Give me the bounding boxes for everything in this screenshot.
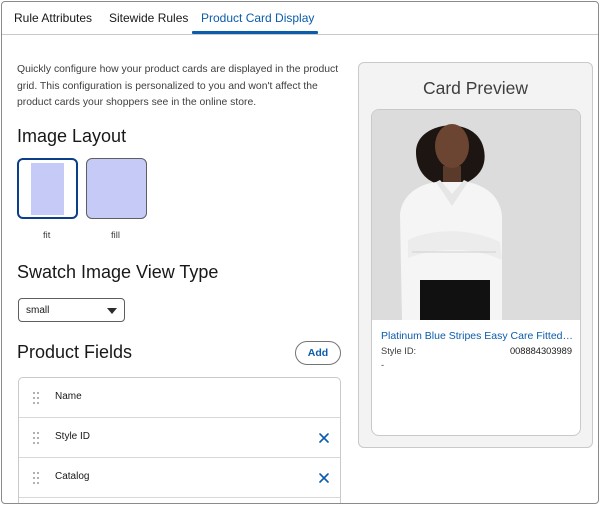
layout-option-fill[interactable] (86, 158, 147, 219)
fit-preview-shape (31, 163, 64, 215)
layout-label-fill: fill (111, 230, 120, 241)
tab-bar: Rule Attributes Sitewide Rules Product C… (2, 2, 598, 35)
product-image (372, 110, 580, 320)
drag-handle-icon[interactable] (33, 472, 40, 484)
catalog-value: - (381, 360, 385, 370)
product-fields-title: Product Fields (17, 342, 133, 362)
image-layout-title: Image Layout (17, 126, 127, 146)
caret-down-icon (107, 308, 117, 314)
description-text: Quickly configure how your product cards… (17, 64, 339, 108)
swatch-view-type-select[interactable]: small (18, 298, 125, 322)
product-card: Platinum Blue Stripes Easy Care Fitted S… (371, 109, 581, 436)
close-icon[interactable] (318, 472, 330, 484)
list-item: Catalog (19, 458, 340, 498)
close-icon[interactable] (318, 432, 330, 444)
card-preview-title: Card Preview (422, 78, 529, 98)
tab-product-card-display[interactable]: Product Card Display (201, 11, 314, 25)
drag-handle-icon[interactable] (33, 392, 40, 404)
tab-rule-attributes[interactable]: Rule Attributes (14, 11, 92, 25)
active-tab-indicator (192, 31, 318, 34)
layout-label-fit: fit (43, 230, 51, 241)
swatch-selected-value: small (26, 305, 50, 316)
product-fields-list: Name Style ID Catalog (18, 377, 341, 503)
style-id-value: 008884303989 (509, 346, 572, 356)
swatch-view-type-title: Swatch Image View Type (17, 262, 219, 282)
style-id-label: Style ID: (381, 346, 417, 356)
list-item: Style ID (19, 418, 340, 458)
card-preview-panel: Card Preview Platinum Blue Stripes Easy … (358, 62, 593, 448)
app-frame: Rule Attributes Sitewide Rules Product C… (1, 1, 599, 504)
model-photo-icon (372, 110, 580, 320)
product-name-link[interactable]: Platinum Blue Stripes Easy Care Fitted S… (381, 330, 573, 342)
layout-option-fit[interactable] (17, 158, 78, 219)
drag-handle-icon[interactable] (33, 432, 40, 444)
field-name: Style ID (55, 431, 91, 442)
field-name: Name (55, 391, 82, 402)
field-name: Catalog (55, 471, 90, 482)
add-field-button[interactable]: Add (295, 341, 341, 365)
list-item: Name (19, 378, 340, 418)
tab-sitewide-rules[interactable]: Sitewide Rules (109, 11, 188, 25)
